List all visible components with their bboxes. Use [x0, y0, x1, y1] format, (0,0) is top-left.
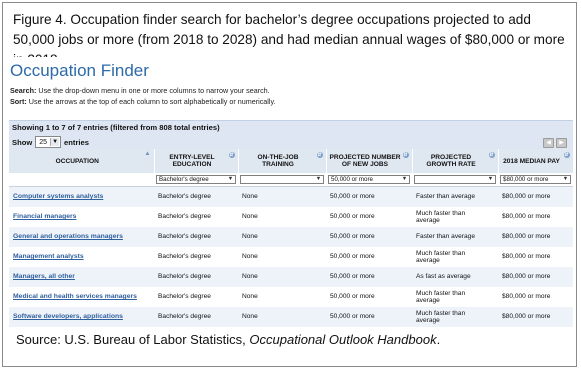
sort-icon[interactable]: ⇵: [316, 152, 323, 158]
median-pay-filter-select[interactable]: $80,000 or more ▼: [500, 175, 571, 184]
sort-ascending-icon[interactable]: ▲: [145, 151, 151, 157]
occupation-link[interactable]: Software developers, applications: [13, 313, 123, 320]
occupation-link[interactable]: General and operations managers: [13, 233, 123, 240]
education-cell: Bachelor's degree: [154, 247, 238, 267]
new-jobs-cell: 50,000 or more: [326, 307, 412, 327]
table-row: Computer systems analysts Bachelor's degr…: [9, 186, 573, 207]
next-page-icon[interactable]: ▶: [556, 138, 567, 148]
column-header-median-pay[interactable]: 2018 MEDIAN PAY ⇵: [498, 149, 574, 173]
occupation-link[interactable]: Computer systems analysts: [13, 193, 103, 200]
growth-rate-cell: Much faster than average: [412, 207, 498, 227]
occupation-link[interactable]: Medical and health services managers: [13, 293, 137, 300]
education-cell: Bachelor's degree: [154, 267, 238, 287]
new-jobs-cell: 50,000 or more: [326, 186, 412, 207]
table-status-bar: Showing 1 to 7 of 7 entries (filtered fr…: [9, 120, 573, 149]
column-header-education[interactable]: ENTRY-LEVEL EDUCATION ⇵: [154, 149, 239, 173]
training-cell: None: [238, 227, 326, 247]
training-cell: None: [238, 186, 326, 207]
show-label: Show: [12, 137, 33, 147]
training-cell: None: [238, 207, 326, 227]
chevron-down-icon: ▼: [227, 176, 234, 182]
median-pay-cell: $80,000 or more: [498, 287, 573, 307]
sort-instruction-text: Use the arrows at the top of each column…: [26, 97, 276, 106]
training-cell: None: [238, 247, 326, 267]
new-jobs-cell: 50,000 or more: [326, 247, 412, 267]
sort-icon[interactable]: ⇵: [563, 152, 570, 158]
growth-rate-cell: As fast as average: [412, 267, 498, 287]
search-instruction-label: Search:: [10, 86, 37, 95]
chevron-down-icon: ▼: [562, 176, 569, 182]
column-header-new-jobs[interactable]: PROJECTED NUMBER OF NEW JOBS ⇵: [326, 149, 413, 173]
chevron-down-icon: ▼: [315, 176, 322, 182]
source-title: Occupational Outlook Handbook: [249, 332, 437, 347]
table-body: Computer systems analysts Bachelor's degr…: [9, 186, 573, 327]
sort-instruction: Sort: Use the arrows at the top of each …: [10, 97, 276, 106]
median-pay-cell: $80,000 or more: [498, 247, 573, 267]
education-cell: Bachelor's degree: [154, 186, 238, 207]
source-note: Source: U.S. Bureau of Labor Statistics,…: [16, 332, 441, 347]
previous-page-icon[interactable]: ◀: [543, 138, 554, 148]
search-instruction: Search: Use the drop-down menu in one or…: [10, 86, 270, 95]
education-filter-select[interactable]: Bachelor's degree ▼: [156, 175, 236, 184]
training-filter-select[interactable]: ▼: [240, 175, 324, 184]
sort-icon[interactable]: ⇵: [228, 152, 235, 158]
new-jobs-cell: 50,000 or more: [326, 267, 412, 287]
training-cell: None: [238, 267, 326, 287]
page-size-select[interactable]: 25 ▼: [35, 136, 62, 148]
table-row: Managers, all other Bachelor's degree None…: [9, 267, 573, 287]
new-jobs-cell: 50,000 or more: [326, 227, 412, 247]
education-cell: Bachelor's degree: [154, 307, 238, 327]
new-jobs-filter-select[interactable]: 50,000 or more ▼: [328, 175, 410, 184]
sort-icon[interactable]: ⇵: [402, 152, 409, 158]
growth-rate-cell: Much faster than average: [412, 307, 498, 327]
median-pay-cell: $80,000 or more: [498, 186, 573, 207]
sort-icon[interactable]: ⇵: [488, 152, 495, 158]
filter-row: Bachelor's degree ▼ ▼ 50,000 or more ▼ ▼ $…: [9, 173, 573, 187]
chevron-down-icon: ▼: [50, 138, 60, 146]
median-pay-cell: $80,000 or more: [498, 227, 573, 247]
page-title: Occupation Finder: [10, 61, 149, 80]
growth-rate-cell: Much faster than average: [412, 287, 498, 307]
occupation-link[interactable]: Managers, all other: [13, 273, 75, 280]
occupation-link[interactable]: Financial managers: [13, 213, 76, 220]
column-header-occupation[interactable]: OCCUPATION ▲: [9, 149, 155, 173]
median-pay-cell: $80,000 or more: [498, 307, 573, 327]
search-instruction-text: Use the drop-down menu in one or more co…: [36, 86, 270, 95]
page-size-control: Show 25 ▼ entries: [12, 136, 89, 148]
table-row: Financial managers Bachelor's degree None 5…: [9, 207, 573, 227]
table-row: General and operations managers Bachelor'…: [9, 227, 573, 247]
growth-rate-cell: Faster than average: [412, 227, 498, 247]
growth-rate-filter-select[interactable]: ▼: [414, 175, 496, 184]
column-header-training[interactable]: ON-THE-JOB TRAINING ⇵: [238, 149, 327, 173]
entries-info: Showing 1 to 7 of 7 entries (filtered fr…: [12, 123, 220, 132]
growth-rate-cell: Faster than average: [412, 186, 498, 207]
median-pay-cell: $80,000 or more: [498, 267, 573, 287]
pagination: ◀ ▶: [543, 138, 567, 148]
column-header-growth-rate[interactable]: PROJECTED GROWTH RATE ⇵: [412, 149, 499, 173]
education-cell: Bachelor's degree: [154, 207, 238, 227]
sort-instruction-label: Sort:: [10, 97, 27, 106]
entries-label: entries: [64, 137, 89, 147]
occupation-finder-panel: Occupation Finder Search: Use the drop-d…: [6, 57, 574, 327]
chevron-down-icon: ▼: [487, 176, 494, 182]
median-pay-cell: $80,000 or more: [498, 207, 573, 227]
training-cell: None: [238, 307, 326, 327]
table-row: Management analysts Bachelor's degree None…: [9, 247, 573, 267]
education-cell: Bachelor's degree: [154, 227, 238, 247]
page-size-value: 25: [39, 138, 48, 146]
table-header-row: OCCUPATION ▲ ENTRY-LEVEL EDUCATION ⇵ ON-…: [9, 149, 574, 173]
table-row: Software developers, applications Bachelo…: [9, 307, 573, 327]
growth-rate-cell: Much faster than average: [412, 247, 498, 267]
chevron-down-icon: ▼: [401, 176, 408, 182]
training-cell: None: [238, 287, 326, 307]
table-row: Medical and health services managers Bach…: [9, 287, 573, 307]
education-cell: Bachelor's degree: [154, 287, 238, 307]
occupation-link[interactable]: Management analysts: [13, 253, 84, 260]
occupation-table: OCCUPATION ▲ ENTRY-LEVEL EDUCATION ⇵ ON-…: [9, 149, 574, 327]
new-jobs-cell: 50,000 or more: [326, 287, 412, 307]
figure-frame: Figure 4. Occupation finder search for b…: [2, 2, 577, 367]
filter-cell-empty: [9, 173, 154, 187]
new-jobs-cell: 50,000 or more: [326, 207, 412, 227]
